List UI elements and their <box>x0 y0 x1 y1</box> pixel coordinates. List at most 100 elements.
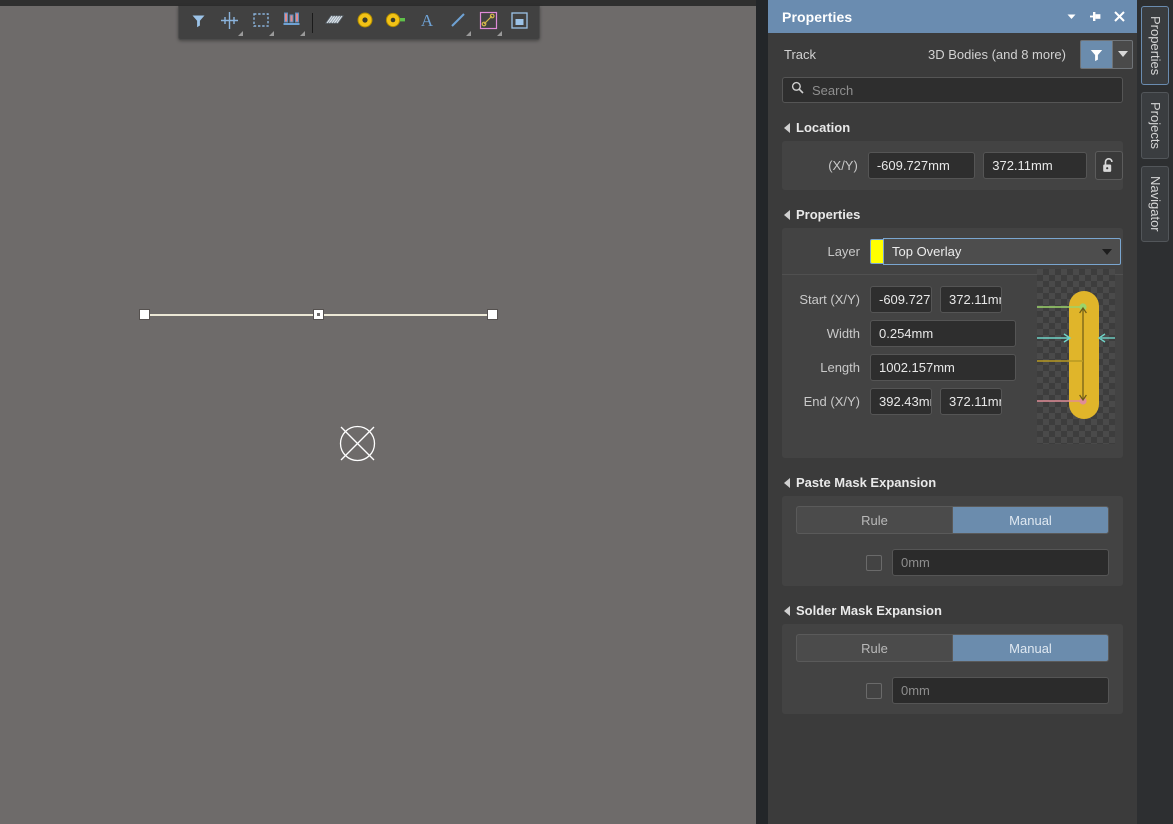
component-icon <box>323 11 345 34</box>
place-via-button[interactable] <box>349 8 380 38</box>
section-title-solder-mask: Solder Mask Expansion <box>796 603 942 618</box>
section-header-paste-mask[interactable]: Paste Mask Expansion <box>784 475 1137 490</box>
active-bar-toolbar[interactable]: A <box>178 6 540 40</box>
filter-dropdown-button[interactable] <box>1113 39 1133 69</box>
pad-icon <box>385 11 407 34</box>
place-layer-stack-button[interactable] <box>276 8 307 38</box>
dimension-icon <box>479 11 498 35</box>
layer-select[interactable]: Top Overlay <box>883 238 1121 265</box>
place-dimension-button[interactable] <box>473 8 504 38</box>
layer-stack-icon <box>282 11 301 34</box>
panel-close-button[interactable] <box>1107 5 1131 29</box>
chevron-dropdown-icon[interactable] <box>238 30 243 36</box>
place-polygon-button[interactable] <box>504 8 535 38</box>
place-string-button[interactable]: A <box>411 8 442 38</box>
object-type-label: Track <box>784 46 817 62</box>
end-y-input[interactable]: 372.11mm <box>940 388 1002 415</box>
solder-mask-value-input[interactable]: 0mm <box>892 677 1109 704</box>
length-row: Length 1002.157mm <box>782 354 1037 381</box>
place-pad-button[interactable] <box>380 8 411 38</box>
paste-mask-group: Rule Manual 0mm <box>782 496 1123 586</box>
section-title-paste-mask: Paste Mask Expansion <box>796 475 937 490</box>
start-x-input[interactable]: -609.727mm <box>870 286 932 313</box>
width-input[interactable]: 0.254mm <box>870 320 1016 347</box>
length-label: Length <box>820 360 860 375</box>
properties-panel: Properties Track 3D Bodies (and 8 more) <box>768 0 1137 824</box>
end-label: End (X/Y) <box>803 394 860 409</box>
text-a-icon: A <box>418 11 436 34</box>
search-box[interactable] <box>782 77 1123 103</box>
geometry-area: Start (X/Y) -609.727mm 372.11mm Width 0.… <box>782 269 1123 444</box>
layer-select-value: Top Overlay <box>892 244 962 259</box>
section-header-location[interactable]: Location <box>784 120 1137 135</box>
area-select-button[interactable] <box>245 8 276 38</box>
track-handle-start[interactable] <box>140 310 149 319</box>
paste-mask-mode-toggle: Rule Manual <box>796 506 1109 534</box>
panel-titlebar[interactable]: Properties <box>768 0 1137 33</box>
paste-mask-value-row: 0mm <box>796 549 1109 576</box>
crosshair-icon <box>220 11 239 35</box>
chevron-down-icon <box>1117 51 1128 57</box>
solder-mask-mode-toggle: Rule Manual <box>796 634 1109 662</box>
solder-mask-checkbox[interactable] <box>866 682 882 699</box>
location-x-input[interactable]: -609.727mm <box>867 152 976 179</box>
object-scope-label: 3D Bodies (and 8 more) <box>927 46 1066 62</box>
length-input[interactable]: 1002.157mm <box>870 354 1016 381</box>
polygon-icon <box>510 11 529 35</box>
track-handle-middle[interactable] <box>314 310 323 319</box>
filter-control-group <box>1080 39 1133 69</box>
panel-menu-button[interactable] <box>1059 5 1083 29</box>
filter-button[interactable] <box>1080 39 1113 69</box>
width-row: Width 0.254mm <box>782 320 1037 347</box>
collapse-caret-icon <box>784 477 790 488</box>
location-xy-label: (X/Y) <box>828 158 858 173</box>
filter-tool-button[interactable] <box>183 8 214 38</box>
location-y-input[interactable]: 372.11mm <box>983 152 1087 179</box>
panel-title: Properties <box>782 8 853 25</box>
track-geometry-preview <box>1007 269 1115 444</box>
start-row: Start (X/Y) -609.727mm 372.11mm <box>782 286 1037 313</box>
chevron-dropdown-icon[interactable] <box>269 30 274 36</box>
solder-mask-group: Rule Manual 0mm <box>782 624 1123 714</box>
paste-mask-value-input[interactable]: 0mm <box>892 549 1109 576</box>
section-header-solder-mask[interactable]: Solder Mask Expansion <box>784 603 1137 618</box>
canvas-panel-divider <box>756 0 768 824</box>
right-dock-tab-strip: Properties Projects Navigator <box>1137 0 1173 824</box>
dock-tab-properties[interactable]: Properties <box>1141 6 1169 86</box>
chevron-down-icon <box>1102 248 1112 255</box>
layer-color-swatch <box>870 239 883 264</box>
solder-mask-manual-button[interactable]: Manual <box>952 634 1109 662</box>
collapse-caret-icon <box>784 209 790 220</box>
solder-mask-rule-button[interactable]: Rule <box>796 634 952 662</box>
chevron-dropdown-icon[interactable] <box>497 30 502 36</box>
place-line-button[interactable] <box>442 8 473 38</box>
start-y-input[interactable]: 372.11mm <box>940 286 1002 313</box>
end-x-input[interactable]: 392.43mm <box>870 388 932 415</box>
place-crosshair-button[interactable] <box>214 8 245 38</box>
start-label: Start (X/Y) <box>799 292 860 307</box>
paste-mask-manual-button[interactable]: Manual <box>952 506 1109 534</box>
paste-mask-rule-button[interactable]: Rule <box>796 506 952 534</box>
place-component-button[interactable] <box>318 8 349 38</box>
pcb-design-canvas[interactable]: A <box>0 0 756 824</box>
chevron-dropdown-icon[interactable] <box>300 30 305 36</box>
paste-mask-checkbox[interactable] <box>866 554 882 571</box>
properties-group: Layer Top Overlay Start (X/Y) -609.727mm… <box>782 228 1123 458</box>
geometry-fields: Start (X/Y) -609.727mm 372.11mm Width 0.… <box>782 286 1037 444</box>
funnel-icon <box>190 12 207 34</box>
layer-label: Layer <box>827 244 860 259</box>
section-header-properties[interactable]: Properties <box>784 207 1137 222</box>
dock-tab-projects[interactable]: Projects <box>1141 92 1169 160</box>
line-icon <box>449 11 467 34</box>
track-handle-end[interactable] <box>488 310 497 319</box>
search-icon <box>791 81 804 99</box>
chevron-dropdown-icon[interactable] <box>466 30 471 36</box>
unlocked-padlock-icon[interactable] <box>1094 151 1123 180</box>
panel-pin-button[interactable] <box>1083 5 1107 29</box>
solder-mask-value-row: 0mm <box>796 677 1109 704</box>
location-group: (X/Y) -609.727mm 372.11mm <box>782 141 1123 190</box>
via-icon <box>356 11 374 34</box>
width-label: Width <box>826 326 860 341</box>
dock-tab-navigator[interactable]: Navigator <box>1141 166 1169 242</box>
search-input[interactable] <box>812 82 1114 98</box>
